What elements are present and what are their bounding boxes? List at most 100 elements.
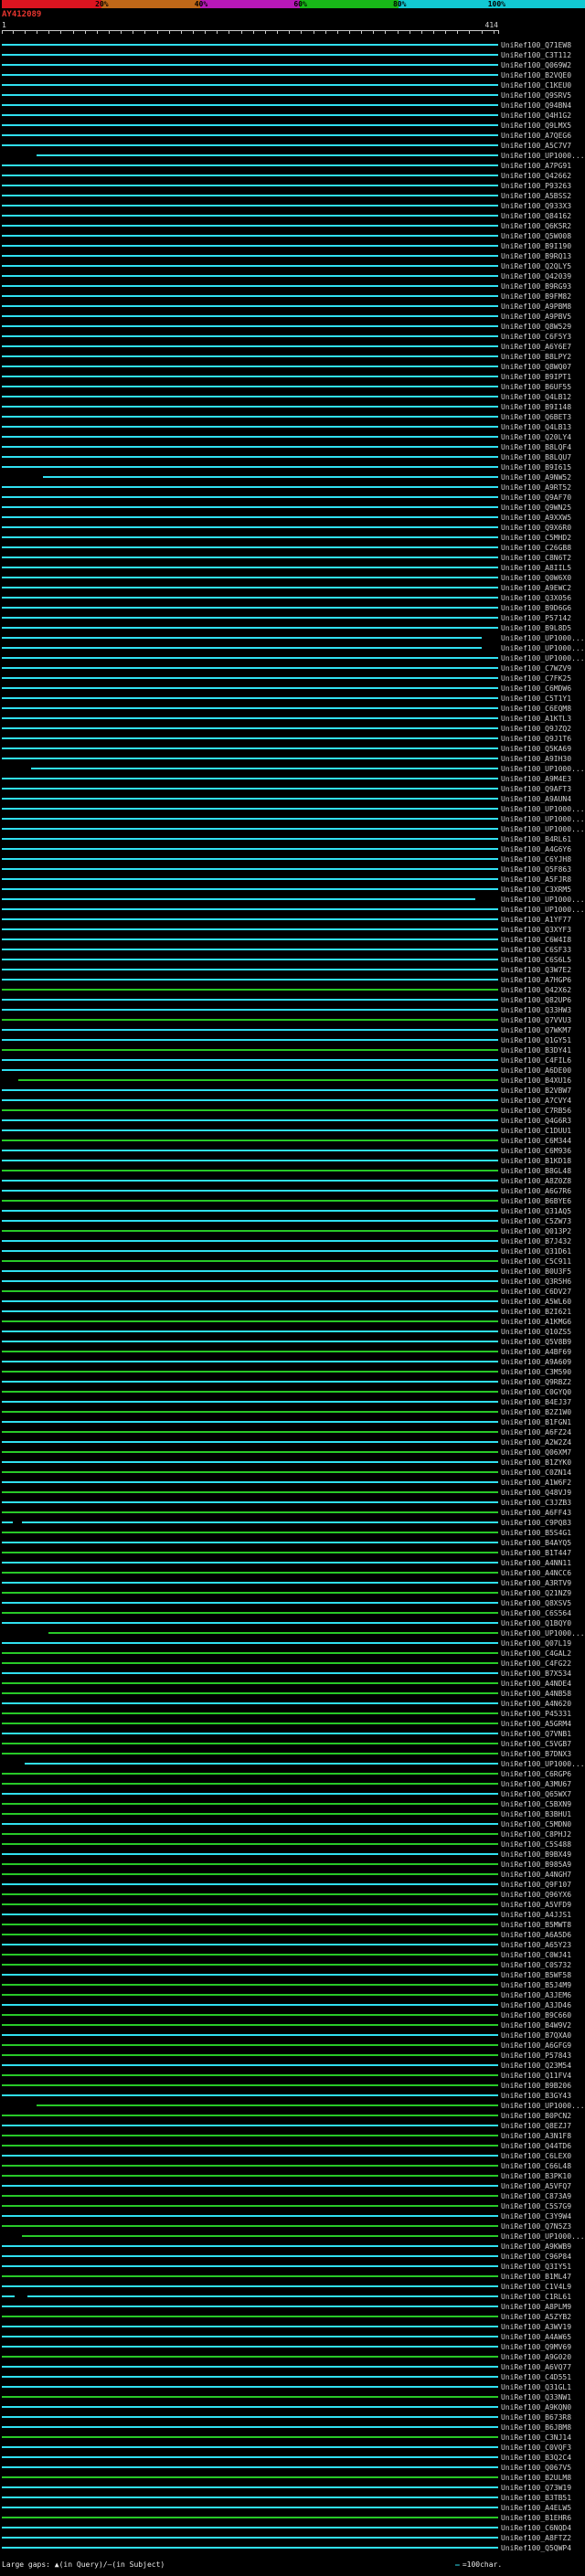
hit-row[interactable]: UniRef100_A4NB58 xyxy=(0,1689,585,1699)
hit-line[interactable] xyxy=(2,1160,498,1161)
hit-row[interactable]: UniRef100_A6GFG9 xyxy=(0,2041,585,2051)
hit-line[interactable] xyxy=(2,949,498,950)
hit-row[interactable]: UniRef100_UP1000... xyxy=(0,633,585,643)
hit-row[interactable]: UniRef100_B9I190 xyxy=(0,241,585,251)
hit-line[interactable] xyxy=(2,345,498,347)
hit-row[interactable]: UniRef100_C6M344 xyxy=(0,1136,585,1146)
hit-line[interactable] xyxy=(2,2336,498,2337)
hit-row[interactable]: UniRef100_Q6BET3 xyxy=(0,412,585,422)
hit-row[interactable]: UniRef100_B8GL48 xyxy=(0,1166,585,1176)
hit-row[interactable]: UniRef100_UP1000... xyxy=(0,2231,585,2242)
hit-row[interactable]: UniRef100_B8LPY2 xyxy=(0,352,585,362)
hit-line[interactable] xyxy=(2,1783,498,1785)
hit-line[interactable] xyxy=(2,506,498,508)
hit-row[interactable]: UniRef100_C6S564 xyxy=(0,1608,585,1618)
hit-row[interactable]: UniRef100_Q33HW3 xyxy=(0,1005,585,1015)
hit-line[interactable] xyxy=(2,607,498,609)
hit-row[interactable]: UniRef100_P57142 xyxy=(0,613,585,623)
hit-row[interactable]: UniRef100_Q84162 xyxy=(0,211,585,221)
hit-row[interactable]: UniRef100_A9IH30 xyxy=(0,754,585,764)
hit-row[interactable]: UniRef100_UP1000... xyxy=(0,643,585,653)
hit-line[interactable] xyxy=(2,2537,498,2539)
hit-row[interactable]: UniRef100_B9D6G6 xyxy=(0,603,585,613)
hit-row[interactable]: UniRef100_UP1000... xyxy=(0,895,585,905)
hit-line[interactable] xyxy=(2,898,475,900)
hit-line[interactable] xyxy=(2,1773,498,1775)
hit-row[interactable]: UniRef100_Q013P2 xyxy=(0,1226,585,1236)
hit-row[interactable]: UniRef100_B7DNX3 xyxy=(0,1749,585,1759)
hit-row[interactable]: UniRef100_C6RGP6 xyxy=(0,1769,585,1779)
hit-line[interactable] xyxy=(2,416,498,418)
hit-line[interactable] xyxy=(2,557,498,558)
hit-row[interactable]: UniRef100_C3JZB3 xyxy=(0,1498,585,1508)
hit-line[interactable] xyxy=(2,1843,498,1845)
hit-row[interactable]: UniRef100_B9FM82 xyxy=(0,292,585,302)
hit-line[interactable] xyxy=(2,1280,498,1282)
hit-row[interactable]: UniRef100_UP1000... xyxy=(0,905,585,915)
hit-row[interactable]: UniRef100_Q7WKM7 xyxy=(0,1025,585,1035)
hit-line[interactable] xyxy=(2,1733,498,1734)
hit-row[interactable]: UniRef100_C8N6T2 xyxy=(0,553,585,563)
hit-row[interactable]: UniRef100_B2Z1W0 xyxy=(0,1407,585,1417)
hit-line[interactable] xyxy=(2,1552,498,1553)
hit-row[interactable]: UniRef100_B3Q2C4 xyxy=(0,2453,585,2463)
hit-row[interactable]: UniRef100_C26GB8 xyxy=(0,543,585,553)
hit-row[interactable]: UniRef100_Q31GL1 xyxy=(0,2382,585,2392)
hit-row[interactable]: UniRef100_Q07L19 xyxy=(0,1638,585,1648)
hit-line[interactable] xyxy=(2,2436,498,2438)
hit-line[interactable] xyxy=(2,878,498,880)
hit-line[interactable] xyxy=(2,1099,498,1101)
hit-row[interactable]: UniRef100_A4NGH7 xyxy=(0,1870,585,1880)
hit-row[interactable]: UniRef100_Q4G6R3 xyxy=(0,1116,585,1126)
hit-line[interactable] xyxy=(2,1471,498,1473)
hit-line[interactable] xyxy=(2,2215,498,2217)
hit-line[interactable] xyxy=(2,577,498,578)
hit-line[interactable] xyxy=(2,1592,498,1594)
hit-row[interactable]: UniRef100_Q5F863 xyxy=(0,864,585,875)
hit-row[interactable]: UniRef100_B4W9V2 xyxy=(0,2020,585,2030)
hit-line[interactable] xyxy=(2,1320,498,1322)
hit-line[interactable] xyxy=(2,1210,498,1212)
hit-line[interactable] xyxy=(2,1009,498,1011)
hit-row[interactable]: UniRef100_Q44TD6 xyxy=(0,2141,585,2151)
hit-row[interactable]: UniRef100_B8LQF4 xyxy=(0,442,585,452)
hit-line[interactable] xyxy=(2,838,498,840)
hit-line[interactable] xyxy=(2,1441,498,1443)
hit-row[interactable]: UniRef100_Q3R5H6 xyxy=(0,1277,585,1287)
hit-row[interactable]: UniRef100_A4NDE4 xyxy=(0,1679,585,1689)
hit-row[interactable]: UniRef100_C3XRM5 xyxy=(0,885,585,895)
hit-line[interactable] xyxy=(2,2155,498,2157)
hit-line[interactable] xyxy=(2,1612,498,1614)
hit-row[interactable]: UniRef100_A3WV19 xyxy=(0,2322,585,2332)
hit-row[interactable]: UniRef100_C5C911 xyxy=(0,1256,585,1267)
hit-line[interactable] xyxy=(2,1823,498,1825)
hit-row[interactable]: UniRef100_Q1GY51 xyxy=(0,1035,585,1045)
hit-line[interactable] xyxy=(2,406,498,408)
hit-line[interactable] xyxy=(2,1642,498,1644)
hit-row[interactable]: UniRef100_B9I148 xyxy=(0,402,585,412)
hit-row[interactable]: UniRef100_UP1000... xyxy=(0,1759,585,1769)
hit-row[interactable]: UniRef100_Q9RBZ2 xyxy=(0,1377,585,1387)
hit-line[interactable] xyxy=(2,2004,498,2006)
hit-line[interactable] xyxy=(2,1803,498,1805)
hit-row[interactable]: UniRef100_A8IIL5 xyxy=(0,563,585,573)
hit-line[interactable] xyxy=(2,1109,498,1111)
hit-row[interactable]: UniRef100_B8LQU7 xyxy=(0,452,585,462)
hit-line[interactable] xyxy=(2,2346,498,2348)
hit-line[interactable] xyxy=(2,1431,498,1433)
hit-row[interactable]: UniRef100_A3N1F8 xyxy=(0,2131,585,2141)
hit-row[interactable]: UniRef100_A6FZ24 xyxy=(0,1427,585,1437)
hit-line[interactable] xyxy=(2,1602,498,1604)
hit-line[interactable] xyxy=(2,758,498,759)
hit-row[interactable]: UniRef100_C6NQD4 xyxy=(0,2523,585,2533)
hit-row[interactable]: UniRef100_B4RL61 xyxy=(0,834,585,844)
hit-line[interactable] xyxy=(2,2084,498,2086)
hit-line[interactable] xyxy=(2,2074,498,2076)
hit-line[interactable] xyxy=(2,1150,498,1151)
hit-row[interactable]: UniRef100_C5BXN9 xyxy=(0,1799,585,1809)
hit-line[interactable] xyxy=(2,2185,498,2187)
hit-line[interactable] xyxy=(2,1059,498,1061)
hit-line[interactable] xyxy=(2,1451,498,1453)
hit-row[interactable]: UniRef100_Q8EZJ7 xyxy=(0,2121,585,2131)
hit-line[interactable] xyxy=(2,1883,498,1885)
